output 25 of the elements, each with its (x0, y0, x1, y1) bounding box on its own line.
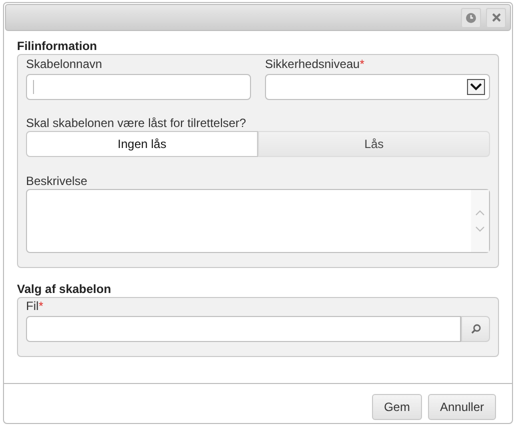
scroll-down-icon[interactable] (475, 226, 485, 232)
close-icon (492, 13, 500, 22)
field-label: Fil* (26, 299, 44, 313)
field-label: Sikkerhedsniveau* (265, 57, 366, 71)
scroll-up-icon[interactable] (475, 210, 485, 216)
field-label: Skabelonnavn (26, 57, 104, 71)
cancel-button[interactable]: Annuller (428, 394, 496, 420)
section-title: Filinformation (17, 39, 98, 53)
search-icon (470, 324, 480, 334)
section-title: Valg af skabelon (17, 282, 112, 296)
history-button[interactable] (461, 8, 481, 28)
save-button[interactable]: Gem (372, 394, 422, 420)
segment-button[interactable]: Ingen lås (26, 131, 258, 157)
segment-button[interactable]: Lås (258, 131, 490, 157)
browse-button[interactable] (461, 316, 490, 342)
clock-icon (466, 12, 476, 22)
file-input-field[interactable] (26, 316, 461, 342)
description-textarea[interactable] (26, 189, 490, 253)
scrollbar[interactable] (471, 190, 489, 252)
security-level-dropdown[interactable] (265, 74, 490, 100)
question-label: Skal skabelonen være låst for tilrettelser? (26, 116, 248, 130)
field-label: Beskrivelse (26, 174, 88, 188)
close-button[interactable] (486, 8, 506, 28)
name-input-field[interactable] (26, 74, 251, 100)
text-cursor (33, 80, 34, 94)
